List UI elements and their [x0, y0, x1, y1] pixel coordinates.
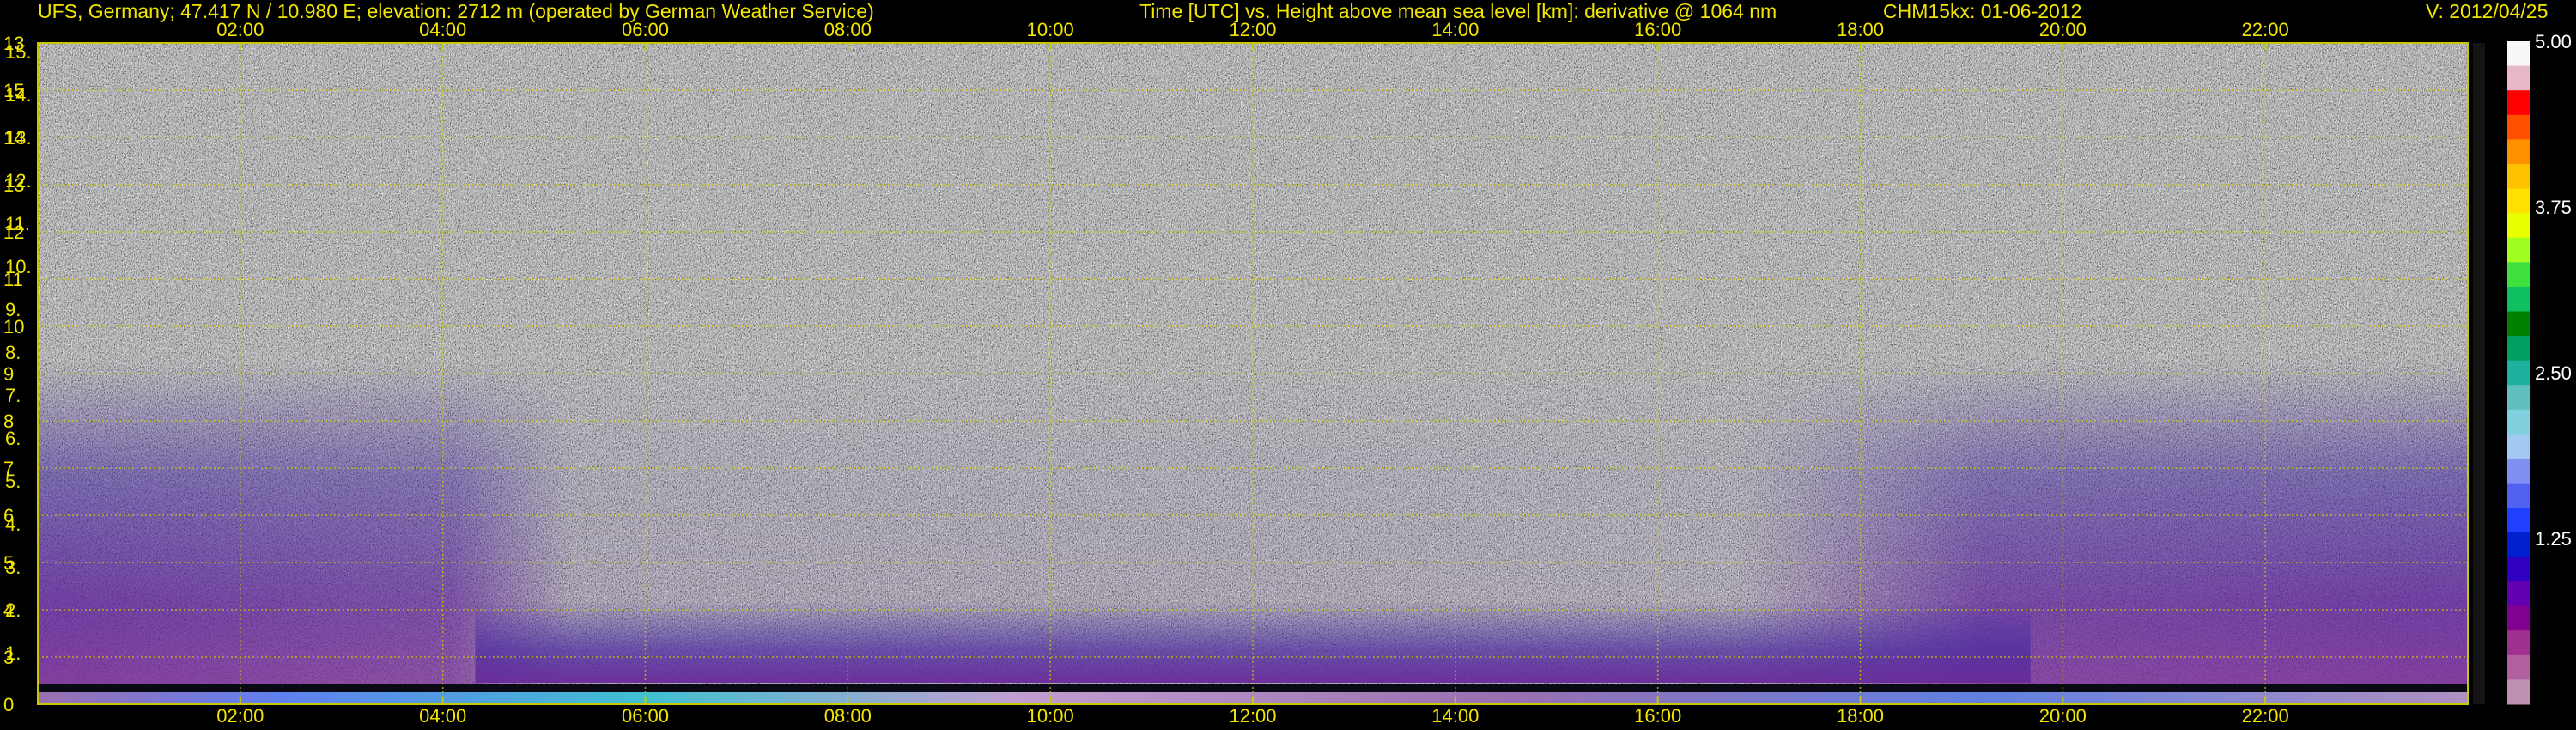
- colorbar-segment: [2507, 286, 2530, 313]
- colorbar-segment: [2507, 630, 2530, 656]
- colorbar-segment: [2507, 237, 2530, 263]
- x-tick-label-bottom: 06:00: [622, 705, 669, 727]
- y-tick-label-outer: 0: [3, 694, 14, 715]
- colorbar-segment: [2507, 262, 2530, 288]
- y-tick-label-inner: 15.: [5, 41, 32, 63]
- x-tick-label-top: 14:00: [1431, 19, 1479, 40]
- y-tick-label-inner: 7.: [5, 385, 21, 406]
- colorbar: 5.00 3.75 2.50 1.25: [2507, 31, 2572, 705]
- colorbar-segment: [2507, 65, 2530, 91]
- y-tick-label-inner: 13.: [5, 127, 32, 149]
- colorbar-tick-label: 3.75: [2535, 197, 2572, 218]
- x-tick-label-bottom: 20:00: [2039, 705, 2087, 727]
- x-tick-label-top: 20:00: [2039, 19, 2087, 40]
- x-tick-label-bottom: 14:00: [1431, 705, 1479, 727]
- x-tick-label-bottom: 04:00: [419, 705, 466, 727]
- x-tick-label-top: 08:00: [824, 19, 872, 40]
- colorbar-segment: [2507, 360, 2530, 386]
- y-tick-label-inner: 9.: [5, 299, 21, 320]
- x-tick-label-bottom: 08:00: [824, 705, 872, 727]
- colorbar-segment: [2507, 459, 2530, 484]
- ceilometer-plot: UFS, Germany; 47.417 N / 10.980 E; eleva…: [0, 0, 2576, 730]
- x-tick-label-bottom: 18:00: [1837, 705, 1884, 727]
- colorbar-segment: [2507, 581, 2530, 607]
- colorbar-tick-label: 5.00: [2535, 31, 2572, 52]
- y-tick-label-inner: 8.: [5, 342, 21, 363]
- colorbar-segment: [2507, 508, 2530, 533]
- colorbar-segment: [2507, 605, 2530, 631]
- y-tick-label-inner: 10.: [5, 256, 32, 277]
- x-tick-label-top: 02:00: [216, 19, 264, 40]
- colorbar-segment: [2507, 139, 2530, 165]
- x-tick-label-top: 12:00: [1229, 19, 1276, 40]
- colorbar-segment: [2507, 213, 2530, 239]
- x-tick-label-bottom: 22:00: [2242, 705, 2289, 727]
- x-tick-label-top: 10:00: [1027, 19, 1074, 40]
- x-tick-label-bottom: 02:00: [216, 705, 264, 727]
- y-tick-label-outer: 9: [3, 363, 14, 385]
- colorbar-segment: [2507, 409, 2530, 435]
- colorbar-segment: [2507, 434, 2530, 459]
- y-tick-label-inner: 2.: [5, 599, 21, 621]
- colorbar-segment: [2507, 385, 2530, 411]
- y-tick-label-inner: 11.: [5, 213, 30, 234]
- y-tick-label-inner: 12.: [5, 170, 32, 192]
- x-tick-label-top: 06:00: [622, 19, 669, 40]
- colorbar-segment: [2507, 114, 2530, 140]
- y-tick-label-inner: 4.: [5, 514, 21, 535]
- colorbar-tick-label: 1.25: [2535, 528, 2572, 550]
- colorbar-tick-label: 2.50: [2535, 362, 2572, 384]
- colorbar-segment: [2507, 311, 2530, 337]
- y-tick-label-inner: 5.: [5, 471, 21, 492]
- colorbar-segment: [2507, 163, 2530, 190]
- colorbar-segment: [2507, 679, 2530, 705]
- chart-svg: 02:00 02:00 04:00 04:00 06:00 06:00 08:00 08:00…: [3, 19, 2572, 727]
- colorbar-segment: [2507, 654, 2530, 680]
- colorbar-segment: [2507, 532, 2530, 557]
- colorbar-segment: [2507, 41, 2530, 67]
- x-tick-label-bottom: 12:00: [1229, 705, 1276, 727]
- y-tick-label-inner: 1.: [5, 642, 21, 664]
- x-tick-label-bottom: 16:00: [1634, 705, 1681, 727]
- x-tick-label-top: 22:00: [2242, 19, 2289, 40]
- y-tick-label-inner: 6.: [5, 428, 21, 449]
- colorbar-segment: [2507, 336, 2530, 362]
- x-tick-label-top: 04:00: [419, 19, 466, 40]
- x-tick-label-top: 16:00: [1634, 19, 1681, 40]
- colorbar-segment: [2507, 557, 2530, 582]
- colorbar-segment: [2507, 90, 2530, 116]
- x-tick-label-bottom: 10:00: [1027, 705, 1074, 727]
- colorbar-segment: [2507, 483, 2530, 508]
- x-tick-label-top: 18:00: [1837, 19, 1884, 40]
- y-tick-label-inner: 3.: [5, 557, 21, 578]
- colorbar-segment: [2507, 188, 2530, 214]
- y-tick-label-inner: 14.: [5, 84, 32, 106]
- side-strip: [2473, 43, 2485, 704]
